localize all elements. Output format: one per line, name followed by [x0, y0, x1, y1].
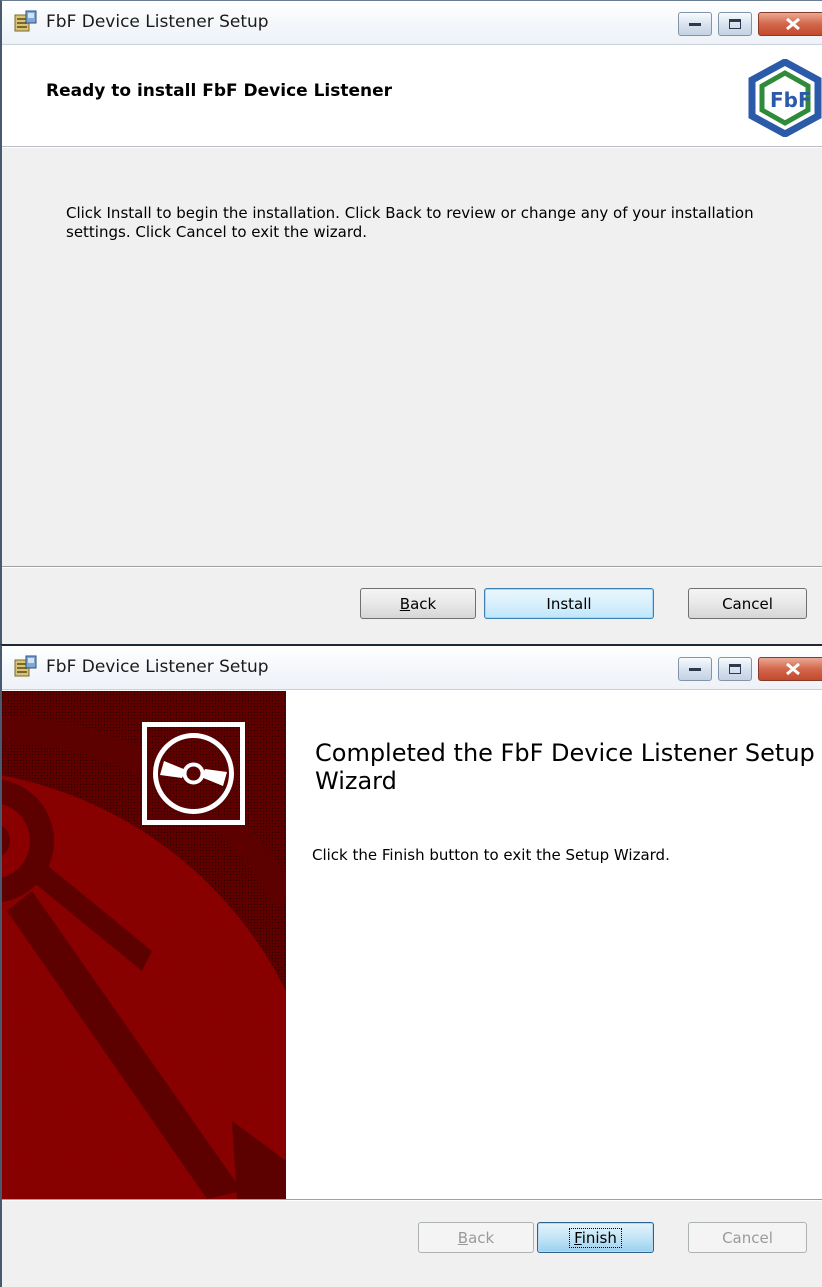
cancel-button[interactable]: Cancel: [688, 588, 807, 619]
setup-window-ready: FbF Device Listener Setup Ready to insta…: [0, 0, 822, 644]
cancel-button[interactable]: Cancel: [688, 1222, 807, 1253]
install-label: Install: [546, 594, 592, 613]
install-button[interactable]: Install: [484, 588, 654, 619]
setup-window-completed: FbF Device Listener Setup Completed the …: [0, 644, 822, 1287]
wizard-body: Click Install to begin the installation.…: [2, 148, 822, 566]
close-icon: [786, 18, 800, 30]
page-title: Ready to install FbF Device Listener: [46, 81, 393, 101]
completion-panel: Completed the FbF Device Listener Setup …: [286, 691, 822, 1199]
close-button[interactable]: [758, 12, 822, 36]
fbf-logo: FbF: [748, 59, 822, 137]
cancel-label: Cancel: [722, 1228, 773, 1247]
finish-mnemonic: F: [574, 1228, 582, 1247]
wizard-footer: Back Finish Cancel: [2, 1201, 822, 1287]
back-label: ack: [468, 1228, 495, 1247]
wizard-footer: Back Install Cancel: [2, 568, 822, 644]
minimize-button[interactable]: [678, 12, 712, 36]
instruction-text: Click Install to begin the installation.…: [66, 204, 754, 241]
installer-icon: [14, 10, 37, 32]
back-label: ack: [410, 594, 437, 613]
minimize-icon: [689, 23, 701, 26]
window-title: FbF Device Listener Setup: [46, 12, 269, 32]
minimize-icon: [689, 668, 701, 671]
title-bar[interactable]: FbF Device Listener Setup: [2, 646, 822, 690]
back-button[interactable]: Back: [418, 1222, 534, 1253]
wizard-header: Ready to install FbF Device Listener FbF: [2, 46, 822, 147]
maximize-icon: [729, 664, 741, 674]
cancel-label: Cancel: [722, 594, 773, 613]
close-button[interactable]: [758, 657, 822, 681]
maximize-icon: [729, 19, 741, 29]
finish-label: inish: [581, 1228, 617, 1247]
banner-graphic: [2, 691, 286, 1199]
completion-text: Click the Finish button to exit the Setu…: [312, 846, 670, 864]
finish-button[interactable]: Finish: [537, 1222, 654, 1253]
title-bar[interactable]: FbF Device Listener Setup: [2, 1, 822, 45]
maximize-button[interactable]: [718, 657, 752, 681]
back-button[interactable]: Back: [360, 588, 476, 619]
logo-lettering: FbF: [770, 88, 812, 112]
back-mnemonic: B: [457, 1228, 469, 1247]
close-icon: [786, 663, 800, 675]
maximize-button[interactable]: [718, 12, 752, 36]
wizard-banner: [2, 691, 286, 1199]
back-mnemonic: B: [399, 594, 411, 613]
minimize-button[interactable]: [678, 657, 712, 681]
completion-heading: Completed the FbF Device Listener Setup …: [315, 739, 815, 795]
finish-focus-ring: Finish: [569, 1227, 622, 1248]
installer-icon: [14, 655, 37, 677]
window-title: FbF Device Listener Setup: [46, 657, 269, 677]
